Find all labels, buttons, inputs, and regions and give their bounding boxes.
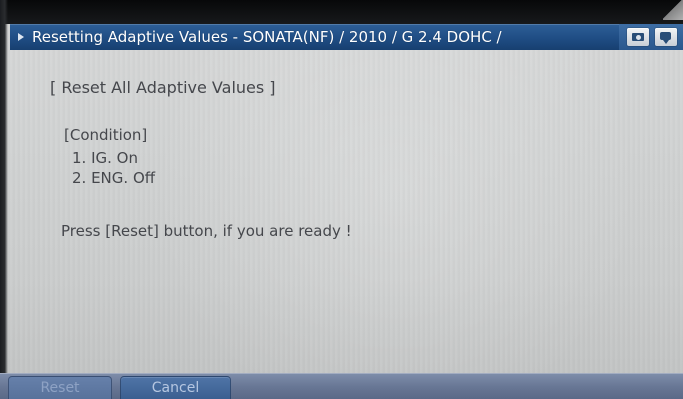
screen-left-bezel	[0, 0, 8, 399]
window-title-bar: Resetting Adaptive Values - SONATA(NF) /…	[10, 24, 683, 50]
title-arrow-icon	[18, 33, 24, 41]
camera-lens-icon	[635, 34, 642, 41]
camera-icon[interactable]	[627, 28, 649, 46]
chat-tail-icon	[663, 40, 669, 44]
bottom-action-bar: Reset Cancel	[0, 373, 683, 399]
title-icon-group	[619, 24, 683, 50]
reset-heading: [ Reset All Adaptive Values ]	[50, 78, 276, 97]
reset-instructions-panel: [ Reset All Adaptive Values ] [Condition…	[10, 50, 683, 373]
cancel-button[interactable]: Cancel	[120, 376, 231, 399]
ready-message: Press [Reset] button, if you are ready !	[61, 222, 352, 240]
condition-item-eng-off: 2. ENG. Off	[72, 169, 156, 187]
chat-bubble-icon	[660, 32, 671, 40]
diagnostic-screen: Resetting Adaptive Values - SONATA(NF) /…	[0, 0, 683, 399]
screen-top-bezel	[0, 0, 683, 24]
condition-list: 1. IG. On 2. ENG. Off	[72, 148, 155, 188]
window-title: Resetting Adaptive Values - SONATA(NF) /…	[32, 28, 502, 46]
condition-item-ig-on: 1. IG. On	[72, 149, 138, 167]
reset-button[interactable]: Reset	[8, 376, 112, 399]
condition-title: [Condition]	[64, 126, 148, 144]
screen-corner-reflection	[663, 0, 683, 20]
chat-icon[interactable]	[655, 28, 677, 46]
